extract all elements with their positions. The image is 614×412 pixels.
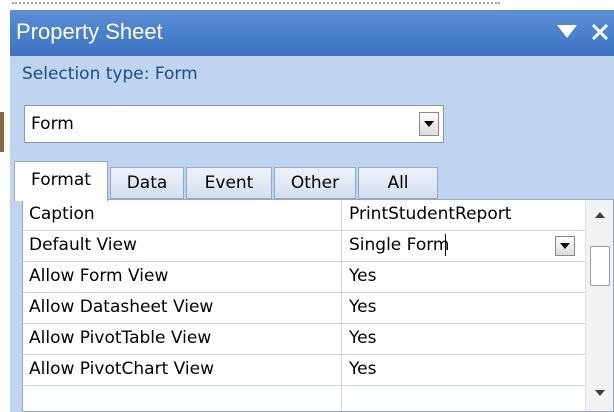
column-divider (341, 293, 342, 324)
column-divider (341, 355, 342, 386)
property-value[interactable]: Yes (349, 359, 376, 379)
column-divider (341, 262, 342, 293)
property-name: Caption (29, 204, 95, 224)
property-row-partial[interactable] (23, 386, 585, 411)
tab-event[interactable]: Event (186, 167, 272, 199)
dropdown-arrow-icon[interactable] (556, 22, 578, 42)
property-name: Default View (29, 235, 137, 255)
property-grid: Caption PrintStudentReport Default View … (22, 199, 614, 412)
column-divider (341, 324, 342, 355)
title-bar: Property Sheet (10, 10, 614, 56)
property-row-default-view[interactable]: Default View Single Form (23, 231, 585, 262)
property-row-allow-form-view[interactable]: Allow Form View Yes (23, 262, 585, 293)
property-sheet-panel: Property Sheet Selection type: Form Form… (10, 10, 614, 412)
text-cursor (445, 234, 446, 256)
property-value[interactable]: Yes (349, 328, 376, 348)
chevron-down-icon (560, 243, 570, 249)
property-value[interactable]: Yes (349, 297, 376, 317)
property-name: Allow Form View (29, 266, 169, 286)
vertical-scrollbar[interactable] (585, 200, 613, 411)
object-select-dropdown-button[interactable] (419, 112, 439, 136)
default-view-dropdown-button[interactable] (555, 236, 575, 256)
property-row-allow-pivottable-view[interactable]: Allow PivotTable View Yes (23, 324, 585, 355)
chevron-down-icon (424, 121, 434, 127)
property-name: Allow PivotTable View (29, 328, 212, 348)
column-divider (341, 231, 342, 262)
tab-other[interactable]: Other (274, 167, 356, 199)
scroll-thumb[interactable] (590, 246, 610, 286)
object-select-value: Form (31, 114, 74, 134)
column-divider (341, 200, 342, 231)
scroll-down-arrow-icon[interactable] (595, 390, 605, 396)
tab-format[interactable]: Format (14, 161, 108, 201)
property-value[interactable]: Yes (349, 266, 376, 286)
tab-all[interactable]: All (358, 167, 438, 199)
property-value[interactable]: PrintStudentReport (349, 204, 511, 224)
background-window-edge (0, 112, 4, 152)
dotted-border (12, 2, 500, 4)
close-icon[interactable] (590, 20, 610, 42)
object-select-combobox[interactable]: Form (24, 105, 444, 143)
property-name: Allow Datasheet View (29, 297, 214, 317)
property-row-allow-datasheet-view[interactable]: Allow Datasheet View Yes (23, 293, 585, 324)
property-value[interactable]: Single Form (349, 235, 450, 255)
panel-title: Property Sheet (16, 19, 163, 44)
property-row-caption[interactable]: Caption PrintStudentReport (23, 200, 585, 231)
property-name: Allow PivotChart View (29, 359, 214, 379)
scroll-up-arrow-icon[interactable] (595, 212, 605, 218)
selection-type-label: Selection type: Form (22, 64, 198, 84)
property-row-allow-pivotchart-view[interactable]: Allow PivotChart View Yes (23, 355, 585, 386)
column-divider (341, 386, 342, 411)
tab-data[interactable]: Data (110, 167, 184, 199)
